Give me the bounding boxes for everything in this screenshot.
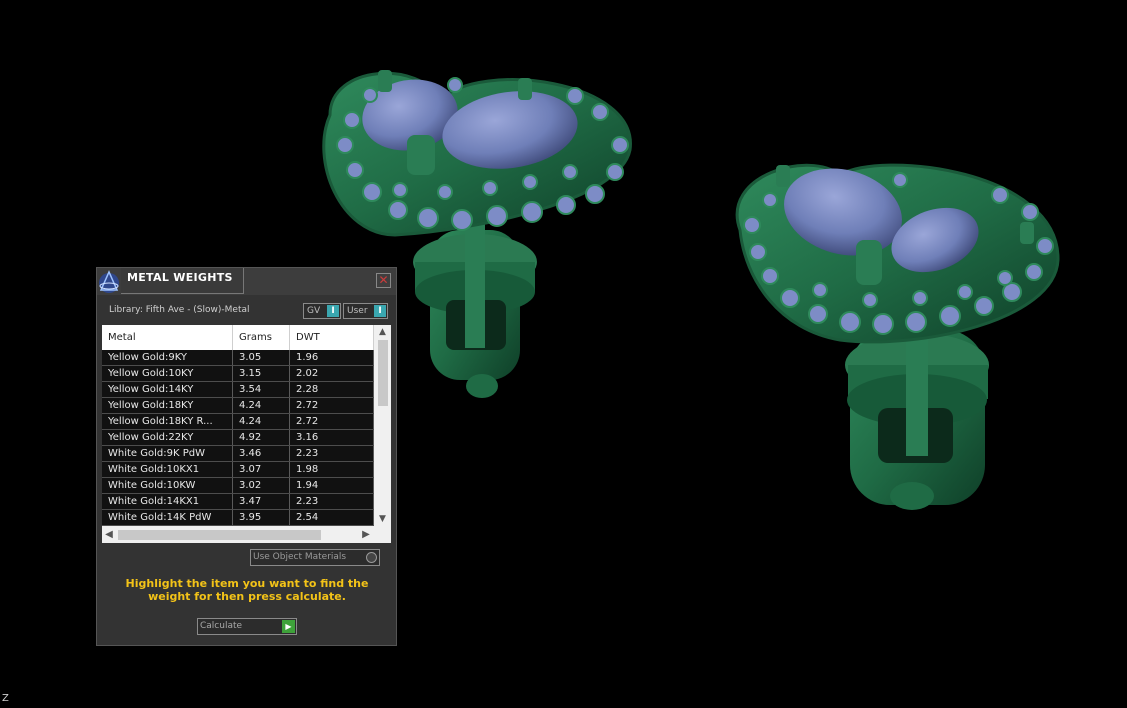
grams-cell: 3.54 [233,382,290,397]
toggle-indicator-icon: I [327,305,339,317]
dwt-cell: 2.02 [290,366,374,381]
user-toggle-label: User [347,306,368,316]
metal-table[interactable]: Metal Grams DWT Yellow Gold:9KY 3.05 1.96 … [102,325,391,543]
table-row[interactable]: Yellow Gold:10KY 3.15 2.02 [102,366,374,382]
grams-cell: 3.95 [233,510,290,525]
grams-cell: 4.24 [233,398,290,413]
metal-cell: Yellow Gold:18KY [102,398,233,413]
horizontal-scroll-thumb[interactable] [118,530,321,540]
radio-icon[interactable] [366,552,377,563]
panel-titlebar[interactable]: METAL WEIGHTS ✕ [97,268,396,295]
calculate-button[interactable]: Calculate ▶ [197,618,297,635]
table-row[interactable]: White Gold:14KX1 3.47 2.23 [102,494,374,510]
axis-indicator: Z [2,693,9,704]
grams-cell: 4.24 [233,414,290,429]
grams-cell: 3.47 [233,494,290,509]
grams-cell: 3.46 [233,446,290,461]
calculate-label: Calculate [200,621,243,631]
metal-cell: White Gold:10KX1 [102,462,233,477]
grams-cell: 3.07 [233,462,290,477]
dwt-cell: 1.96 [290,350,374,365]
dwt-cell: 2.28 [290,382,374,397]
close-button[interactable]: ✕ [376,273,391,288]
dwt-cell: 1.98 [290,462,374,477]
use-object-materials-option[interactable]: Use Object Materials [250,549,380,566]
vertical-scroll-thumb[interactable] [378,340,388,406]
grams-cell: 3.05 [233,350,290,365]
metal-cell: Yellow Gold:22KY [102,430,233,445]
gv-toggle[interactable]: GV I [303,303,341,319]
metal-cell: White Gold:14KX1 [102,494,233,509]
scroll-right-icon[interactable]: ▶ [359,526,373,543]
column-header-metal[interactable]: Metal [102,325,233,350]
table-row[interactable]: White Gold:10KX1 3.07 1.98 [102,462,374,478]
table-row[interactable]: White Gold:9K PdW 3.46 2.23 [102,446,374,462]
table-row[interactable]: Yellow Gold:18KY R... 4.24 2.72 [102,414,374,430]
play-arrow-icon: ▶ [282,620,295,633]
table-row[interactable]: White Gold:10KW 3.02 1.94 [102,478,374,494]
dwt-cell: 2.23 [290,446,374,461]
scroll-up-icon[interactable]: ▲ [374,325,391,339]
table-body: Yellow Gold:9KY 3.05 1.96 Yellow Gold:10KY… [102,350,374,526]
table-row[interactable]: Yellow Gold:18KY 4.24 2.72 [102,398,374,414]
metal-cell: Yellow Gold:18KY R... [102,414,233,429]
toggle-indicator-icon: I [374,305,386,317]
rhino-logo-icon [97,268,121,295]
table-row[interactable]: Yellow Gold:9KY 3.05 1.96 [102,350,374,366]
metal-cell: White Gold:10KW [102,478,233,493]
dwt-cell: 2.72 [290,414,374,429]
dwt-cell: 2.23 [290,494,374,509]
metal-cell: Yellow Gold:10KY [102,366,233,381]
scroll-down-icon[interactable]: ▼ [374,512,391,526]
metal-cell: Yellow Gold:9KY [102,350,233,365]
instruction-text: Highlight the item you want to find the … [125,577,369,603]
table-row[interactable]: White Gold:14K PdW 3.95 2.54 [102,510,374,526]
grams-cell: 3.15 [233,366,290,381]
scroll-left-icon[interactable]: ◀ [102,526,116,543]
gv-toggle-label: GV [307,306,321,316]
metal-weights-panel: METAL WEIGHTS ✕ Library: Fifth Ave - (Sl… [96,267,397,646]
table-row[interactable]: Yellow Gold:14KY 3.54 2.28 [102,382,374,398]
grams-cell: 4.92 [233,430,290,445]
grams-cell: 3.02 [233,478,290,493]
dwt-cell: 1.94 [290,478,374,493]
metal-cell: White Gold:9K PdW [102,446,233,461]
metal-cell: Yellow Gold:14KY [102,382,233,397]
horizontal-scrollbar[interactable]: ◀ ▶ [102,526,391,543]
table-header: Metal Grams DWT [102,325,374,350]
column-header-dwt[interactable]: DWT [290,325,374,350]
column-header-grams[interactable]: Grams [233,325,290,350]
use-object-materials-label: Use Object Materials [253,552,347,562]
library-label: Library: Fifth Ave - (Slow)-Metal [109,305,250,315]
table-row[interactable]: Yellow Gold:22KY 4.92 3.16 [102,430,374,446]
vertical-scrollbar[interactable]: ▲ ▼ [374,325,391,526]
user-toggle[interactable]: User I [343,303,388,319]
dwt-cell: 2.54 [290,510,374,525]
panel-title: METAL WEIGHTS [127,271,233,284]
dwt-cell: 2.72 [290,398,374,413]
right-earring [735,163,1060,510]
metal-cell: White Gold:14K PdW [102,510,233,525]
dwt-cell: 3.16 [290,430,374,445]
